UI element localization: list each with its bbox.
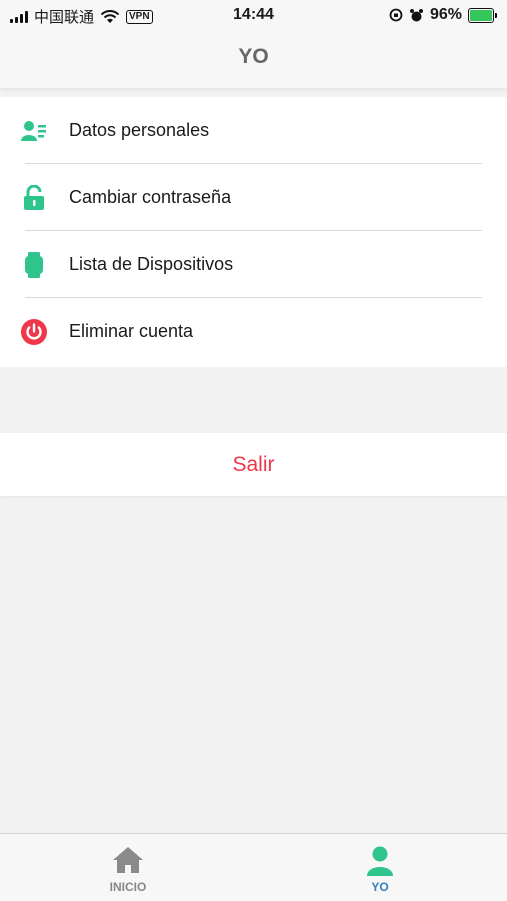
tab-bar: INICIO YO xyxy=(0,833,507,901)
menu-item-personal-data[interactable]: Datos personales xyxy=(0,97,507,164)
screen-rotation-lock-icon xyxy=(389,8,403,22)
power-icon xyxy=(21,318,47,345)
lock-icon xyxy=(21,184,47,211)
profile-card-icon xyxy=(21,118,47,144)
page-title: YO xyxy=(0,30,507,88)
watch-icon xyxy=(21,251,47,278)
status-bar-right: 96% xyxy=(389,6,497,24)
home-icon xyxy=(112,846,144,876)
tab-label: INICIO xyxy=(109,880,147,894)
battery-percent: 96% xyxy=(429,6,462,23)
settings-menu: Datos personales Cambiar contraseña List… xyxy=(0,97,507,367)
menu-item-device-list[interactable]: Lista de Dispositivos xyxy=(0,231,507,298)
person-icon xyxy=(366,846,394,876)
logout-button[interactable]: Salir xyxy=(0,433,507,496)
menu-item-label: Cambiar contraseña xyxy=(69,187,232,207)
menu-item-label: Datos personales xyxy=(69,120,210,140)
menu-item-delete-account[interactable]: Eliminar cuenta xyxy=(0,298,507,365)
tab-yo[interactable]: YO xyxy=(310,834,450,901)
menu-item-label: Eliminar cuenta xyxy=(69,321,194,341)
status-bar: 中国联通 VPN 14:44 96% xyxy=(0,0,507,30)
alarm-clock-icon xyxy=(409,8,423,21)
battery-icon xyxy=(468,7,497,23)
tab-label: YO xyxy=(371,880,389,894)
menu-item-label: Lista de Dispositivos xyxy=(69,254,234,274)
menu-item-change-password[interactable]: Cambiar contraseña xyxy=(0,164,507,231)
tab-inicio[interactable]: INICIO xyxy=(58,834,198,901)
